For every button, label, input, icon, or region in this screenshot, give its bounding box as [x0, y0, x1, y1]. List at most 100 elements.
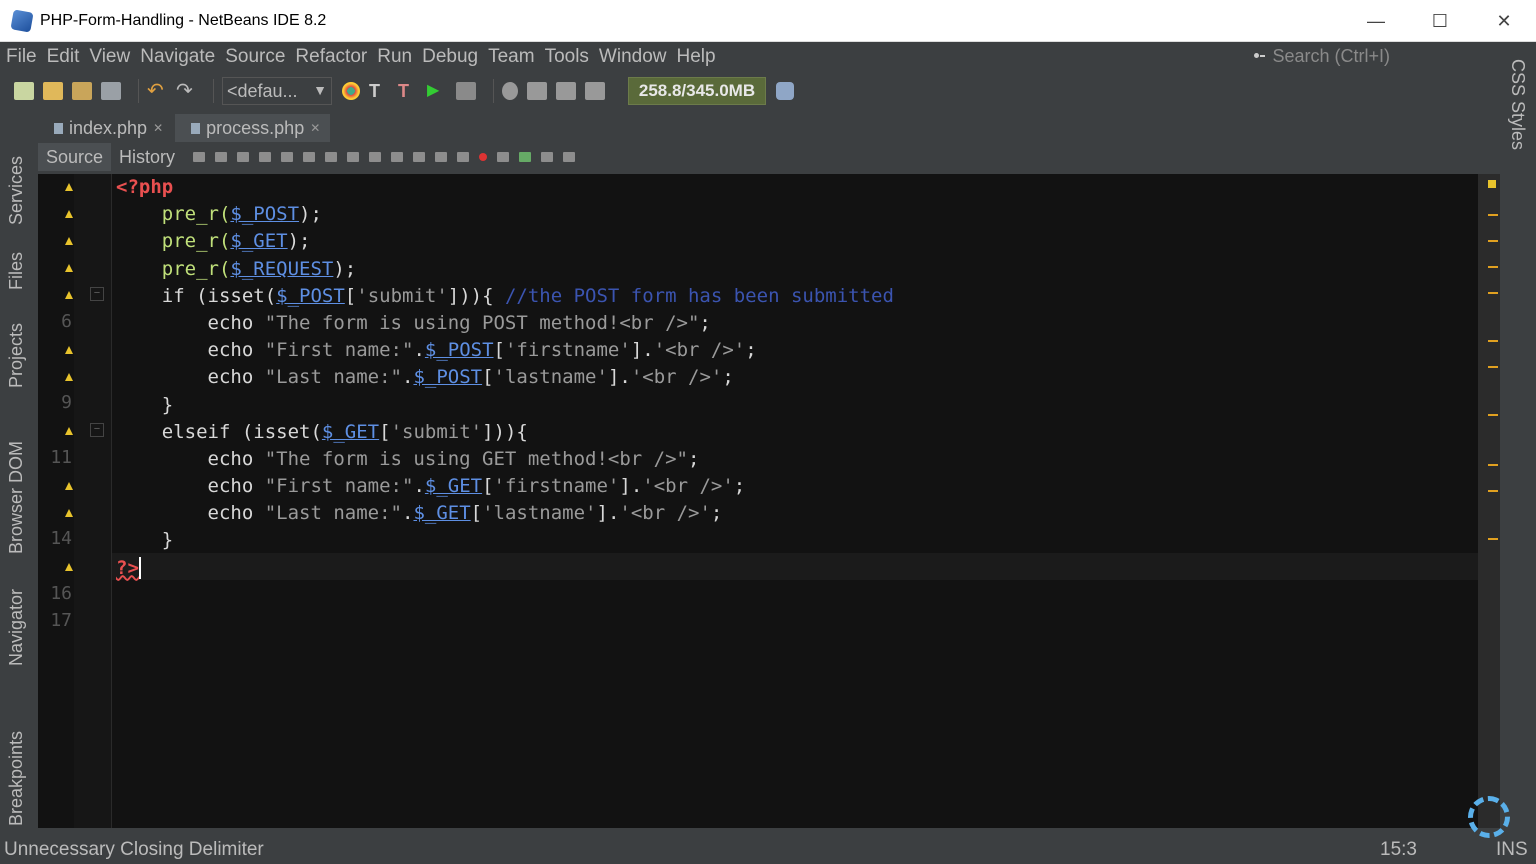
forward-icon[interactable]: [237, 152, 250, 162]
warning-icon[interactable]: [65, 427, 73, 435]
projects-tab[interactable]: Projects: [6, 323, 27, 388]
warning-marker[interactable]: [1488, 490, 1498, 492]
history-tab[interactable]: History: [111, 143, 183, 171]
warning-marker[interactable]: [1488, 340, 1498, 342]
breakpoints-tab[interactable]: Breakpoints: [6, 731, 27, 826]
close-tab-icon[interactable]: ✕: [310, 121, 320, 135]
save-all-icon[interactable]: [101, 82, 121, 100]
code-line: <?php: [116, 176, 174, 198]
clean-build-icon[interactable]: T: [398, 82, 418, 100]
minimize-button[interactable]: —: [1344, 0, 1408, 42]
menu-navigate[interactable]: Navigate: [140, 46, 215, 68]
text-caret: [138, 557, 141, 580]
warning-marker[interactable]: [1488, 366, 1498, 368]
uncomment-icon[interactable]: [541, 152, 554, 162]
find-previous-icon[interactable]: [281, 152, 294, 162]
css-styles-tab[interactable]: CSS Styles: [1507, 59, 1528, 150]
memory-usage-indicator[interactable]: 258.8/345.0MB: [628, 77, 766, 105]
menu-run[interactable]: Run: [377, 46, 412, 68]
browser-dom-tab[interactable]: Browser DOM: [6, 441, 27, 554]
start-macro-icon[interactable]: [479, 153, 488, 161]
new-file-icon[interactable]: [14, 82, 34, 100]
code-editor[interactable]: 6 9 11 14 16 17 − − <?php pre_r($_POST);…: [38, 174, 1478, 828]
open-project-icon[interactable]: [72, 82, 92, 100]
warning-icon[interactable]: [65, 291, 73, 299]
close-button[interactable]: ✕: [1472, 0, 1536, 42]
warning-marker[interactable]: [1488, 538, 1498, 540]
menu-debug[interactable]: Debug: [422, 46, 478, 68]
warning-icon[interactable]: [65, 373, 73, 381]
hint-icon[interactable]: [65, 183, 73, 191]
build-icon[interactable]: T: [369, 82, 389, 100]
fold-toggle-icon[interactable]: −: [90, 287, 104, 301]
menu-tools[interactable]: Tools: [545, 46, 589, 68]
menu-refactor[interactable]: Refactor: [295, 46, 367, 68]
next-bookmark-icon[interactable]: [391, 152, 404, 162]
caret-position[interactable]: 15:3: [1380, 839, 1417, 861]
warning-marker[interactable]: [1488, 240, 1498, 242]
netbeans-logo-icon: [10, 8, 34, 33]
menu-team[interactable]: Team: [488, 46, 534, 68]
stop-macro-icon[interactable]: [497, 152, 510, 162]
deploy-icon[interactable]: [527, 82, 547, 100]
warning-icon[interactable]: [65, 509, 73, 517]
menu-view[interactable]: View: [89, 46, 130, 68]
tab-process-php[interactable]: process.php ✕: [175, 114, 331, 142]
profile-icon[interactable]: [502, 82, 518, 100]
error-stripe[interactable]: [1478, 174, 1500, 828]
shift-left-icon[interactable]: [435, 152, 448, 162]
source-tab[interactable]: Source: [38, 143, 112, 171]
toggle-highlight-icon[interactable]: [325, 152, 338, 162]
new-project-icon[interactable]: [43, 82, 63, 100]
files-tab[interactable]: Files: [6, 252, 27, 290]
previous-bookmark-icon[interactable]: [369, 152, 382, 162]
search-box[interactable]: Search (Ctrl+I): [1254, 46, 1390, 67]
find-next-icon[interactable]: [303, 152, 316, 162]
warning-marker[interactable]: [1488, 414, 1498, 416]
download-icon[interactable]: [585, 82, 605, 100]
find-selection-icon[interactable]: [259, 152, 272, 162]
warning-icon[interactable]: [65, 264, 73, 272]
code-line: echo "The form is using POST method!<br …: [207, 311, 711, 334]
warning-marker[interactable]: [1488, 214, 1498, 216]
database-icon[interactable]: [563, 152, 576, 162]
tab-index-php[interactable]: index.php ✕: [38, 114, 173, 142]
menu-source[interactable]: Source: [225, 46, 285, 68]
run-icon[interactable]: ▶: [427, 82, 447, 100]
menu-window[interactable]: Window: [599, 46, 667, 68]
warning-marker[interactable]: [1488, 292, 1498, 294]
warning-icon[interactable]: [65, 237, 73, 245]
maximize-button[interactable]: ☐: [1408, 0, 1472, 42]
menu-edit[interactable]: Edit: [47, 46, 80, 68]
undo-icon[interactable]: ↶: [147, 81, 167, 101]
hint-icon[interactable]: [65, 563, 73, 571]
warning-icon[interactable]: [65, 346, 73, 354]
warning-marker[interactable]: [1488, 464, 1498, 466]
configuration-select[interactable]: <defau... ▼: [222, 77, 332, 105]
menu-file[interactable]: File: [6, 46, 37, 68]
insert-mode[interactable]: INS: [1496, 839, 1528, 861]
upload-icon[interactable]: [556, 82, 576, 100]
browser-icon[interactable]: [342, 82, 360, 100]
toggle-bookmark-icon[interactable]: [413, 152, 426, 162]
code-line: }: [161, 393, 174, 416]
shift-right-icon[interactable]: [457, 152, 470, 162]
last-edit-icon[interactable]: [193, 152, 206, 162]
services-tab[interactable]: Services: [6, 156, 27, 225]
warning-icon[interactable]: [65, 482, 73, 490]
toolbar: ↶ ↷ <defau... ▼ T T ▶ 258.8/345.0MB: [0, 72, 1536, 110]
toggle-rect-selection-icon[interactable]: [347, 152, 360, 162]
fold-toggle-icon[interactable]: −: [90, 423, 104, 437]
code-line: echo "Last name:".$_POST['lastname'].'<b…: [207, 366, 734, 389]
menu-help[interactable]: Help: [677, 46, 716, 68]
close-tab-icon[interactable]: ✕: [153, 121, 163, 135]
redo-icon[interactable]: ↷: [176, 81, 196, 101]
debug-icon[interactable]: [456, 82, 476, 100]
warning-marker[interactable]: [1488, 266, 1498, 268]
navigator-tab[interactable]: Navigator: [6, 589, 27, 666]
code-content[interactable]: <?php pre_r($_POST); pre_r($_GET); pre_r…: [116, 174, 894, 582]
warning-icon[interactable]: [65, 210, 73, 218]
comment-icon[interactable]: [519, 152, 532, 162]
garbage-collect-icon[interactable]: [776, 82, 794, 100]
back-icon[interactable]: [215, 152, 228, 162]
